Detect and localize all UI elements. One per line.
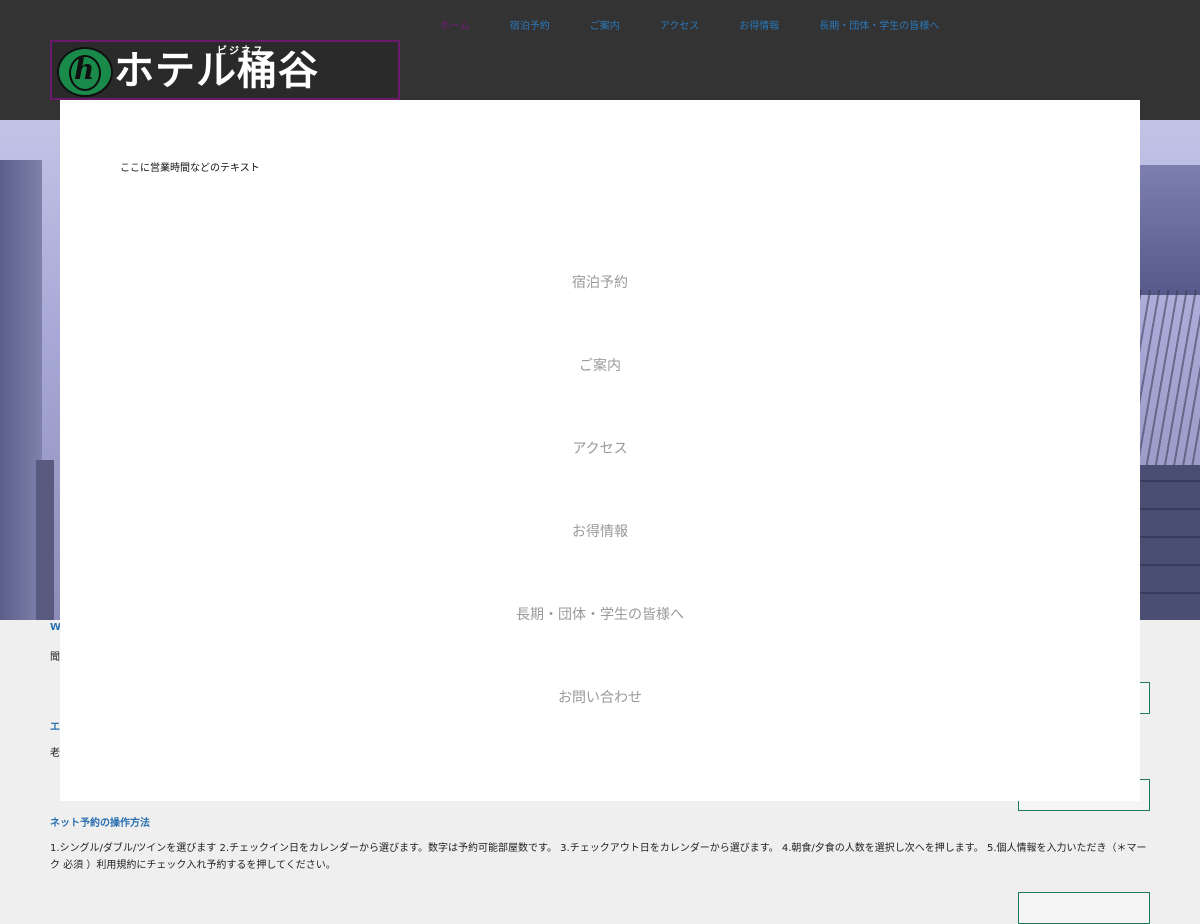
business-hours-text: ここに営業時間などのテキスト <box>120 163 260 174</box>
overlay-menu-deals[interactable]: お得情報 <box>60 521 1140 541</box>
section-button-3[interactable] <box>1018 892 1150 924</box>
overlay-menu-guide[interactable]: ご案内 <box>60 355 1140 375</box>
section-title-2: エ <box>50 722 60 733</box>
overlay-menu-contact[interactable]: お問い合わせ <box>60 687 1140 707</box>
section-text-2: 老 <box>50 748 60 759</box>
nav-reservation[interactable]: 宿泊予約 <box>510 18 550 36</box>
section-text-1: 聞 <box>50 652 60 663</box>
nav-access[interactable]: アクセス <box>660 18 700 36</box>
hero-brick-wall <box>1140 465 1200 620</box>
overlay-menu-access[interactable]: アクセス <box>60 438 1140 458</box>
nav-guide[interactable]: ご案内 <box>590 18 620 36</box>
nav-groups[interactable]: 長期・団体・学生の皆様へ <box>819 18 939 36</box>
nav-deals[interactable]: お得情報 <box>739 18 779 36</box>
overlay-menu-groups[interactable]: 長期・団体・学生の皆様へ <box>60 604 1140 624</box>
hero-trees <box>1140 290 1200 470</box>
overlay-menu-panel: ここに営業時間などのテキスト 宿泊予約 ご案内 アクセス お得情報 長期・団体・… <box>60 100 1140 801</box>
howto-text: 1.シングル/ダブル/ツインを選びます 2.チェックイン日をカレンダーから選びま… <box>50 843 1147 871</box>
logo-badge-letter: h <box>74 53 95 86</box>
nav-home[interactable]: ホーム <box>440 18 470 36</box>
overlay-menu-reservation[interactable]: 宿泊予約 <box>60 272 1140 292</box>
logo-title: ホテル桶谷 <box>114 48 319 94</box>
main-nav: ホーム 宿泊予約 ご案内 アクセス お得情報 長期・団体・学生の皆様へ <box>440 18 979 36</box>
logo-badge-icon: h <box>57 47 113 97</box>
hero-building-right <box>1140 165 1200 295</box>
hero-building-left-edge <box>36 460 54 620</box>
howto-title: ネット予約の操作方法 <box>50 818 150 829</box>
hotel-logo[interactable]: h ビジネス ホテル桶谷 <box>50 40 400 100</box>
